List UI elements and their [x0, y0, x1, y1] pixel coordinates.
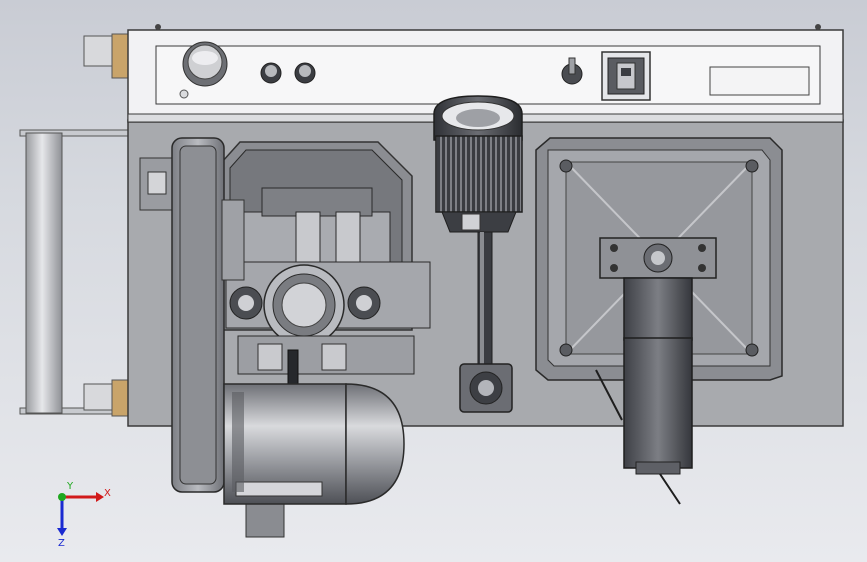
y-axis-label: Y — [66, 481, 74, 492]
cad-model-view[interactable]: X Y Z — [0, 0, 867, 562]
z-axis-label: Z — [58, 538, 65, 549]
display-label-window — [709, 66, 810, 96]
button-1[interactable] — [260, 62, 282, 84]
x-axis-label: X — [104, 488, 111, 499]
lamp-base — [459, 363, 513, 413]
cad-viewport[interactable]: X Y Z — [0, 0, 867, 562]
indicator-light — [179, 89, 189, 99]
gooseneck-arm — [477, 231, 493, 383]
electric-motor — [223, 383, 405, 538]
emergency-stop-button[interactable] — [182, 41, 228, 87]
side-roller-frame — [19, 33, 136, 417]
button-2[interactable] — [294, 62, 316, 84]
work-lamp — [433, 95, 523, 233]
power-switch[interactable] — [601, 51, 651, 101]
side-bracket — [139, 157, 177, 211]
orientation-triad: X Y Z — [57, 481, 111, 549]
